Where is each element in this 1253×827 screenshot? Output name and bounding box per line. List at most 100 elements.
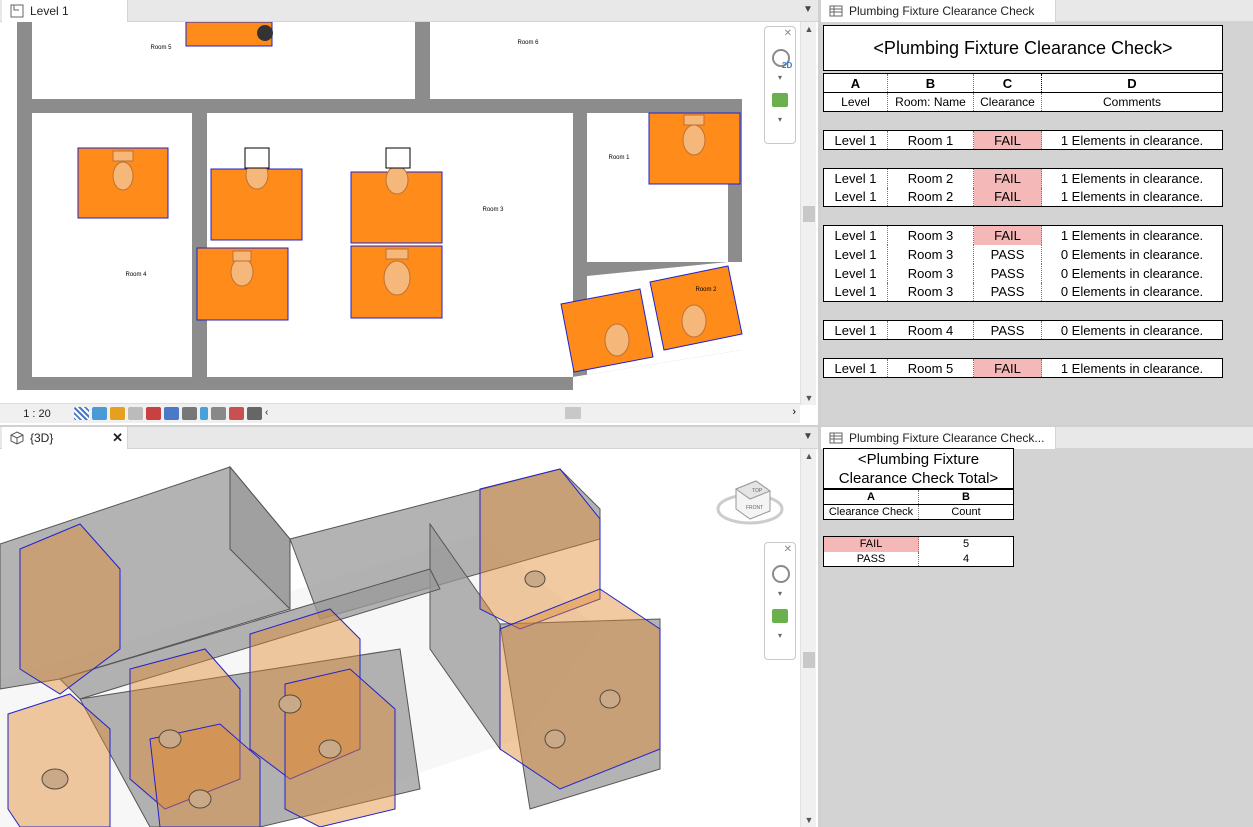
tab-menu-icon[interactable]: ▼	[803, 4, 813, 15]
table-row[interactable]: Level 1 Room 3 PASS 0 Elements in cleara…	[823, 282, 1223, 302]
tab-level-1[interactable]: Level 1	[2, 0, 128, 22]
scroll-down-arrow[interactable]: ▼	[801, 813, 817, 827]
worksharing-icon[interactable]	[229, 407, 244, 420]
hscroll-thumb[interactable]	[565, 407, 581, 419]
schedule-icon	[829, 4, 843, 18]
tab-label: Level 1	[30, 4, 69, 18]
schedule-group-room-5: Level 1 Room 5 FAIL 1 Elements in cleara…	[823, 358, 1223, 378]
analytical-icon[interactable]	[247, 407, 262, 420]
total-title-line-2: Clearance Check Total>	[838, 470, 999, 487]
header-clearance[interactable]: Clearance	[973, 92, 1042, 112]
chevron-down-icon[interactable]: ▾	[778, 631, 782, 640]
header-count[interactable]: Count	[919, 505, 1014, 520]
3d-view-tabbar: {3D} ✕ ▼	[0, 427, 818, 449]
schedule-group-room-4: Level 1 Room 4 PASS 0 Elements in cleara…	[823, 320, 1223, 340]
close-icon[interactable]: ✕	[784, 544, 792, 555]
status-badge: FAIL	[973, 130, 1042, 150]
tab-label: {3D}	[30, 431, 54, 445]
schedule-group-room-2: Level 1 Room 2 FAIL 1 Elements in cleara…	[823, 168, 1223, 207]
plan-vertical-scrollbar[interactable]: ▲ ▼	[800, 22, 816, 405]
col-letter-b[interactable]: B	[919, 490, 1014, 505]
3d-vertical-scrollbar[interactable]: ▲ ▼	[800, 449, 816, 827]
tab-label: Plumbing Fixture Clearance Check	[849, 4, 1035, 18]
header-comments[interactable]: Comments	[1042, 93, 1223, 112]
chevron-right-icon[interactable]: ›	[792, 406, 796, 418]
scroll-down-arrow[interactable]: ▼	[801, 391, 817, 405]
total-data-table: FAIL 5 PASS 4	[823, 536, 1014, 567]
status-badge: PASS	[973, 244, 1042, 264]
reveal-hidden-icon[interactable]	[211, 407, 226, 420]
schedule-title: <Plumbing Fixture Clearance Check>	[873, 37, 1173, 58]
table-row[interactable]: Level 1 Room 4 PASS 0 Elements in cleara…	[823, 320, 1223, 340]
col-letter-a[interactable]: A	[823, 73, 888, 93]
tab-schedule[interactable]: Plumbing Fixture Clearance Check	[821, 0, 1056, 22]
plan-view-tabbar: Level 1 ▼	[0, 0, 818, 22]
table-row[interactable]: Level 1 Room 1 FAIL 1 Elements in cleara…	[823, 130, 1223, 150]
header-clearance-check[interactable]: Clearance Check	[823, 504, 919, 520]
col-letter-d[interactable]: D	[1042, 74, 1223, 93]
status-badge: FAIL	[973, 358, 1042, 378]
shadows-icon[interactable]	[128, 407, 143, 420]
tab-total-schedule[interactable]: Plumbing Fixture Clearance Check...	[821, 427, 1056, 449]
table-row[interactable]: PASS 4	[823, 551, 1014, 567]
3d-view-pane: {3D} ✕ ▼ TOP FRONT ✕ ▾ ▾ ▲ ▼	[0, 427, 818, 827]
plan-horizontal-scrollbar[interactable]: ›	[330, 404, 800, 422]
status-badge: PASS	[823, 551, 919, 567]
total-schedule-tabbar: Plumbing Fixture Clearance Check...	[821, 427, 1253, 449]
chevron-down-icon[interactable]: ▾	[778, 589, 782, 598]
scroll-thumb[interactable]	[803, 652, 815, 668]
crop-view-icon[interactable]	[146, 407, 161, 420]
header-room-name[interactable]: Room: Name	[887, 92, 974, 112]
close-icon[interactable]: ✕	[784, 28, 792, 39]
3d-model-canvas[interactable]	[0, 449, 800, 827]
detail-level-icon[interactable]	[74, 407, 89, 420]
total-title-line-1: <Plumbing Fixture	[857, 451, 980, 468]
3d-navigation-bar[interactable]: ✕ ▾ ▾	[764, 542, 796, 660]
close-icon[interactable]: ✕	[112, 430, 123, 446]
table-row[interactable]: Level 1 Room 2 FAIL 1 Elements in cleara…	[823, 168, 1223, 188]
table-row[interactable]: Level 1 Room 3 PASS 0 Elements in cleara…	[823, 244, 1223, 264]
viewcube-front-label: FRONT	[746, 505, 763, 511]
scroll-thumb[interactable]	[803, 206, 815, 222]
chevron-down-icon[interactable]: ▾	[778, 73, 782, 82]
table-row[interactable]: Level 1 Room 5 FAIL 1 Elements in cleara…	[823, 358, 1223, 378]
status-badge: FAIL	[973, 187, 1042, 207]
status-badge: PASS	[973, 282, 1042, 302]
status-badge: FAIL	[973, 168, 1042, 188]
sun-path-icon[interactable]	[110, 407, 125, 420]
scale-label[interactable]: 1 : 20	[0, 408, 74, 420]
col-letter-a[interactable]: A	[823, 489, 919, 505]
plan-navigation-bar[interactable]: ✕ 2D ▾ ▾	[764, 26, 796, 144]
zoom-icon[interactable]	[772, 609, 788, 623]
scroll-up-arrow[interactable]: ▲	[801, 22, 817, 36]
header-level[interactable]: Level	[823, 92, 888, 112]
floor-plan-canvas[interactable]: Room 5 Room 1 Room 3 Room 4 Room 2 Room …	[0, 22, 800, 405]
visual-style-icon[interactable]	[92, 407, 107, 420]
chevron-left-icon[interactable]: ‹	[265, 407, 280, 420]
table-row[interactable]: FAIL 5	[823, 536, 1014, 552]
scroll-up-arrow[interactable]: ▲	[801, 449, 817, 463]
nav-2d-label: 2D	[782, 61, 793, 70]
temporary-hide-icon[interactable]	[182, 407, 197, 420]
viewcube-top-label: TOP	[752, 488, 763, 494]
total-header-table: A B Clearance Check Count	[823, 489, 1014, 520]
schedule-header-table: A B C D Level Room: Name Clearance Comme…	[823, 73, 1223, 112]
count-value: 4	[962, 552, 970, 565]
tab-label: Plumbing Fixture Clearance Check...	[849, 431, 1045, 445]
viewcube[interactable]: TOP FRONT	[716, 475, 784, 531]
table-row[interactable]: Level 1 Room 3 FAIL 1 Elements in cleara…	[823, 225, 1223, 245]
tab-3d[interactable]: {3D} ✕	[2, 427, 128, 449]
show-crop-icon[interactable]	[164, 407, 179, 420]
table-row[interactable]: Level 1 Room 3 PASS 0 Elements in cleara…	[823, 263, 1223, 283]
lightbulb-icon[interactable]	[200, 407, 208, 420]
room-label-4: Room 4	[125, 272, 147, 278]
tab-menu-icon[interactable]: ▼	[803, 431, 813, 442]
steering-wheel-icon[interactable]	[772, 565, 790, 583]
schedule-icon	[829, 431, 843, 445]
chevron-down-icon[interactable]: ▾	[778, 115, 782, 124]
table-row[interactable]: Level 1 Room 2 FAIL 1 Elements in cleara…	[823, 187, 1223, 207]
col-letter-b[interactable]: B	[887, 73, 974, 93]
zoom-icon[interactable]	[772, 93, 788, 107]
col-letter-c[interactable]: C	[973, 73, 1042, 93]
total-schedule-title-box: <Plumbing Fixture Clearance Check Total>	[823, 448, 1014, 489]
